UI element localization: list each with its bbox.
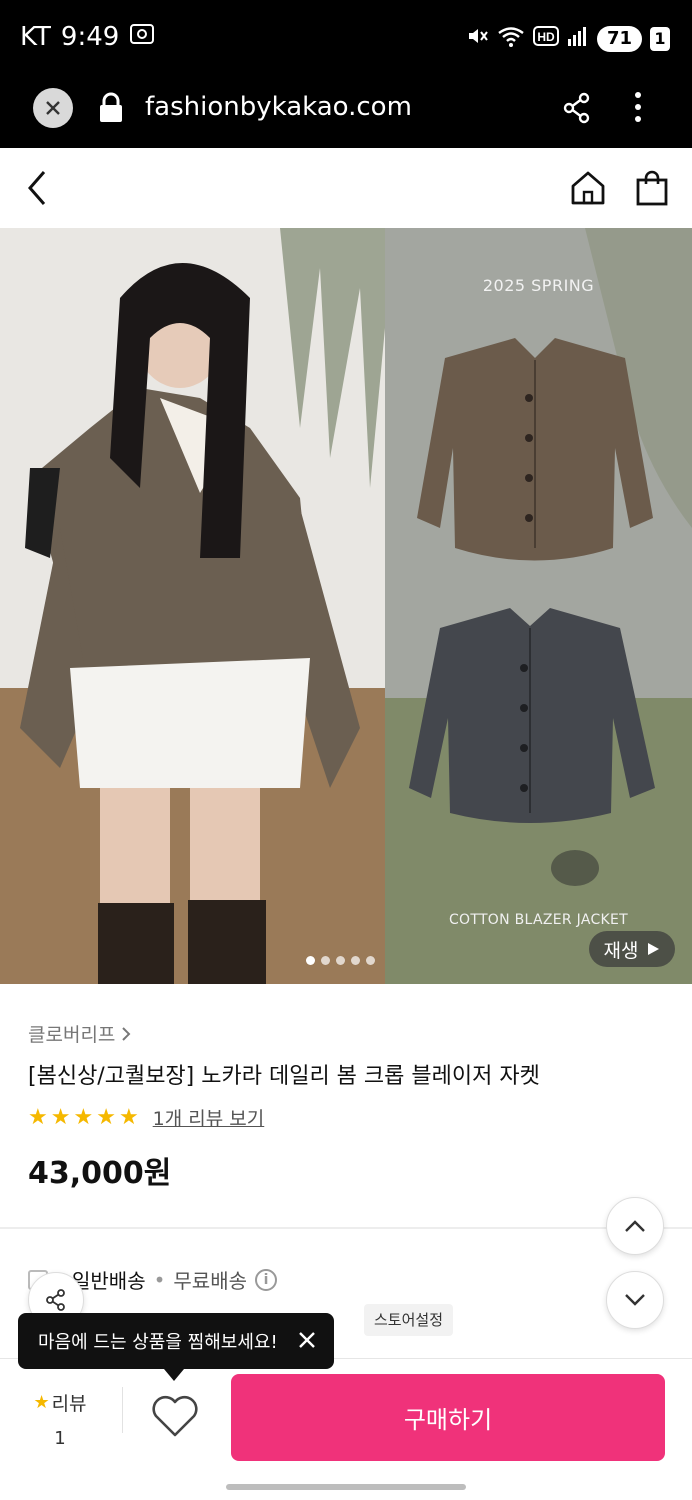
close-icon [299, 1332, 315, 1348]
signal-icon [567, 25, 589, 52]
review-label: 리뷰 [51, 1393, 87, 1415]
rating-stars: ★ ★ ★ ★ ★ [28, 1104, 139, 1130]
store-settings-chip[interactable]: 스토어설정 [364, 1304, 454, 1336]
review-count: 1 [54, 1428, 66, 1449]
tooltip-arrow [164, 1369, 184, 1381]
wifi-icon [497, 24, 525, 53]
url-field[interactable]: fashionbykakao.com [145, 92, 412, 122]
shipping-type: 일반배송 [72, 1269, 146, 1293]
play-icon [648, 943, 660, 955]
heart-icon [152, 1395, 198, 1437]
star-icon: ★ [50, 1104, 71, 1130]
product-image-carousel[interactable]: 2025 SPRING COTTON BLAZER JACKET 재생 [0, 228, 692, 984]
carousel-dot[interactable] [366, 956, 375, 965]
wishlist-button[interactable] [150, 1393, 200, 1443]
buy-button[interactable]: 구매하기 [231, 1374, 665, 1461]
shopping-bag-button[interactable] [632, 168, 672, 212]
status-right: HD 71 1 [465, 24, 670, 53]
carousel-dot[interactable] [306, 956, 315, 965]
chevron-right-icon [122, 1026, 131, 1041]
status-bar: KT 9:49 HD 71 1 [0, 0, 692, 78]
play-label: 재생 [603, 939, 639, 962]
hd-icon: HD [532, 26, 559, 51]
browser-url-bar: fashionbykakao.com [0, 78, 692, 148]
carousel-dots [306, 956, 375, 965]
chevron-up-icon [625, 1220, 645, 1232]
info-icon[interactable]: i [255, 1268, 278, 1291]
share-icon [46, 1289, 65, 1311]
hero-season-text: 2025 SPRING [482, 276, 595, 295]
browser-share-button[interactable] [562, 92, 592, 128]
carrier-label: KT [20, 22, 51, 52]
carousel-dot[interactable] [321, 956, 330, 965]
screen-record-icon [129, 22, 155, 52]
play-button[interactable]: 재생 [589, 931, 675, 967]
lock-icon [98, 92, 124, 128]
tooltip-text: 마음에 드는 상품을 찜해보세요! [38, 1332, 278, 1353]
review-label-row: ★ 리뷰 [20, 1389, 100, 1416]
shipping-separator: • [153, 1267, 166, 1292]
star-icon: ★ [28, 1104, 48, 1130]
gesture-navigation-bar[interactable] [226, 1484, 466, 1490]
product-photo-jackets [385, 228, 692, 984]
star-icon: ★ [118, 1104, 139, 1130]
scroll-down-button[interactable] [606, 1271, 664, 1329]
brand-name: 클로버리프 [28, 1024, 116, 1046]
product-title: [봄신상/고퀄보장] 노카라 데일리 봄 크롭 블레이저 자켓 [28, 1064, 540, 1089]
chevron-down-icon [625, 1294, 645, 1306]
more-vertical-icon [635, 92, 641, 122]
status-left: KT 9:49 [20, 22, 155, 52]
star-icon: ★ [96, 1104, 116, 1130]
vertical-divider [122, 1387, 123, 1433]
shipping-fee: 무료배송 [173, 1269, 248, 1293]
hero-caption: COTTON BLAZER JACKET [448, 912, 629, 928]
close-icon [46, 101, 60, 115]
chevron-left-icon [28, 171, 46, 205]
bottom-action-bar: ★ 리뷰 1 구매하기 [0, 1358, 692, 1472]
home-button[interactable] [568, 168, 608, 212]
browser-menu-button[interactable] [626, 90, 650, 128]
battery-indicator: 71 [596, 25, 642, 52]
home-icon [571, 171, 605, 205]
share-icon [563, 92, 590, 124]
brand-link[interactable]: 클로버리프 [28, 1020, 133, 1047]
wishlist-tooltip: 마음에 드는 상품을 찜해보세요! [18, 1313, 334, 1369]
star-icon: ★ [73, 1104, 94, 1130]
product-photo-model [0, 228, 385, 984]
carousel-dot[interactable] [351, 956, 360, 965]
app-header [0, 148, 692, 228]
scroll-up-button[interactable] [606, 1197, 664, 1255]
clock: 9:49 [60, 22, 120, 52]
sim-indicator: 1 [650, 26, 670, 51]
svg-text:HD: HD [537, 30, 555, 44]
carousel-dot[interactable] [336, 956, 345, 965]
shopping-bag-icon [636, 170, 668, 206]
mute-icon [465, 24, 489, 53]
section-divider [0, 1227, 692, 1229]
review-link[interactable]: 1개 리뷰 보기 [153, 1104, 265, 1131]
tooltip-close-button[interactable] [294, 1327, 320, 1353]
product-price: 43,000원 [28, 1156, 172, 1191]
back-button[interactable] [22, 168, 56, 212]
close-tab-button[interactable] [33, 88, 73, 128]
product-rating: ★ ★ ★ ★ ★ 1개 리뷰 보기 [28, 1104, 264, 1131]
review-summary-button[interactable]: ★ 리뷰 1 [20, 1389, 100, 1449]
star-icon: ★ [33, 1392, 50, 1413]
